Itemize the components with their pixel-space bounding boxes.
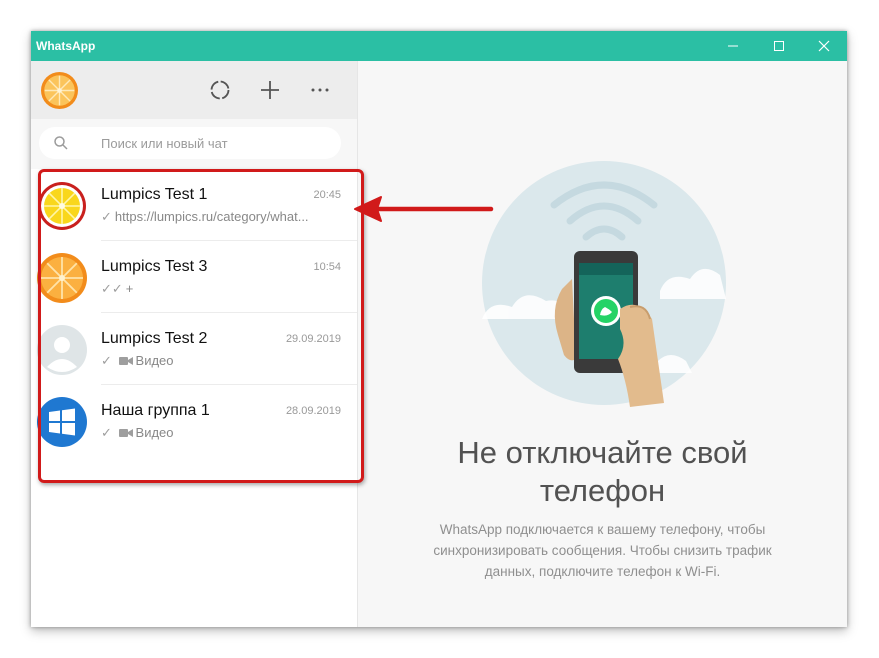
- search-icon: [54, 136, 68, 150]
- maximize-button[interactable]: [756, 31, 802, 61]
- chat-item[interactable]: Lumpics Test 2 29.09.2019 ✓ Видео: [31, 313, 357, 385]
- chat-preview-text: +: [125, 281, 134, 296]
- video-icon: [118, 429, 133, 437]
- chat-preview: ✓ Видео: [101, 425, 341, 441]
- intro-title-line: телефон: [539, 473, 666, 508]
- intro-title: Не отключайте свой телефон: [358, 434, 847, 510]
- windows-logo-avatar: [37, 397, 87, 447]
- chat-name: Наша группа 1: [101, 402, 210, 419]
- search-box[interactable]: [39, 127, 341, 159]
- sidebar-header: [31, 61, 357, 119]
- chat-name: Lumpics Test 1: [101, 186, 208, 203]
- lemon-slice-avatar: [38, 182, 86, 230]
- intro-description-line: синхронизировать сообщения. Чтобы снизит…: [433, 543, 772, 558]
- orange-slice-avatar: [37, 253, 87, 303]
- chat-item[interactable]: Lumpics Test 3 10:54 ✓✓ +: [31, 241, 357, 313]
- single-check-icon: ✓: [101, 425, 112, 440]
- whatsapp-window: WhatsApp Поиск или новый чат Lumpics Tes…: [31, 31, 847, 627]
- close-button[interactable]: [801, 31, 847, 61]
- chat-item[interactable]: Lumpics Test 1 20:45 ✓ https://lumpics.ru…: [31, 169, 357, 241]
- plus-icon[interactable]: [255, 75, 285, 105]
- single-check-icon: ✓: [101, 353, 112, 368]
- intro-description-line: WhatsApp подключается к вашему телефону,…: [439, 522, 766, 537]
- minimize-button[interactable]: [710, 31, 756, 61]
- title-bar[interactable]: WhatsApp: [31, 31, 847, 61]
- chat-preview-text: https://lumpics.ru/category/what...: [114, 209, 309, 224]
- search-area: [31, 119, 357, 169]
- default-avatar: [37, 325, 87, 375]
- intro-description: WhatsApp подключается к вашему телефону,…: [418, 519, 787, 582]
- chat-preview: ✓✓ +: [101, 281, 341, 297]
- chat-preview: ✓ https://lumpics.ru/category/what...: [101, 209, 341, 225]
- chat-time: 28.09.2019: [285, 405, 341, 417]
- intro-description-line: данных, подключите телефон к Wi-Fi.: [484, 564, 721, 579]
- sidebar: Lumpics Test 1 20:45 ✓https://lumpics.ru…: [31, 61, 358, 627]
- close-icon: [818, 40, 830, 52]
- minimize-icon: [728, 45, 738, 47]
- chat-preview: ✓ Видео: [101, 353, 341, 369]
- intro-title-line: Не отключайте свой: [457, 435, 748, 470]
- chat-name: Lumpics Test 3: [101, 258, 208, 275]
- chat-time: 10:54: [313, 261, 341, 273]
- more-horizontal-icon[interactable]: [305, 75, 335, 105]
- phone-connected-illustration: [482, 161, 726, 407]
- maximize-icon: [774, 41, 784, 51]
- chat-name: Lumpics Test 2: [101, 330, 208, 347]
- single-check-icon: ✓: [101, 209, 112, 224]
- intro-panel: Не отключайте свой телефон WhatsApp подк…: [358, 61, 847, 627]
- status-ring-icon[interactable]: [205, 75, 235, 105]
- orange-slice-avatar[interactable]: [41, 72, 78, 109]
- chat-item[interactable]: Наша группа 1 28.09.2019 ✓ Видео: [31, 385, 357, 457]
- chat-preview-text: Видео: [135, 425, 174, 440]
- chat-preview-text: Видео: [135, 353, 174, 368]
- annotation-arrow-icon: [354, 196, 494, 222]
- window-title: WhatsApp: [36, 39, 96, 53]
- chat-list: Lumpics Test 1 20:45 ✓ https://lumpics.ru…: [31, 169, 357, 457]
- double-check-icon: ✓✓: [101, 281, 123, 296]
- chat-time: 29.09.2019: [285, 333, 341, 345]
- chat-time: 20:45: [313, 189, 341, 201]
- search-input[interactable]: [101, 127, 331, 159]
- video-icon: [118, 357, 133, 365]
